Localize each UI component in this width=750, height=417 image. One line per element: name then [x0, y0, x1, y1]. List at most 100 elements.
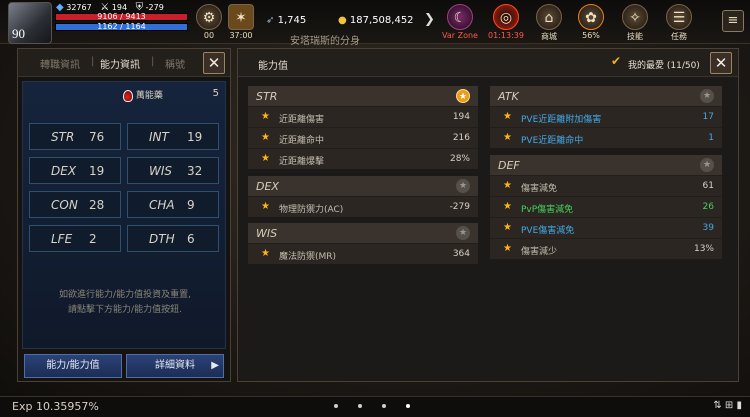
pouch-icon: ✿: [578, 4, 604, 30]
shop-label: 商城: [541, 32, 557, 41]
tab-ability-info[interactable]: 能力資訊: [100, 56, 140, 71]
page-dot[interactable]: [382, 404, 386, 408]
stat-value: 28: [89, 198, 105, 212]
potion-slot[interactable]: ⚙ 00: [196, 4, 222, 40]
skill-swirl-icon: ✧: [622, 4, 648, 30]
stat-lfe[interactable]: LFE 2: [29, 225, 121, 252]
stat-key: STR: [51, 130, 75, 144]
section-header: DEX ★: [248, 176, 478, 196]
row-value: 39: [702, 223, 714, 233]
row-value: 1: [708, 133, 714, 143]
row-value: 17: [702, 112, 714, 122]
system-status-icons: ⇅ ⊞ ▮: [713, 400, 742, 411]
stat-key: LFE: [51, 232, 73, 246]
row-label: PVE近距離附加傷害: [521, 115, 602, 125]
buff-slot[interactable]: ✶ 37:00: [228, 4, 254, 40]
section-header: STR ★: [248, 86, 478, 106]
main-close-button[interactable]: ✕: [710, 52, 732, 74]
page-dot[interactable]: [358, 404, 362, 408]
zone-portrait-icon: ☾: [447, 4, 473, 30]
stat-dth[interactable]: DTH 6: [127, 225, 219, 252]
stat-row: ★ 物理防禦力(AC) -279: [248, 196, 478, 217]
play-arrow-icon: ▶: [211, 360, 219, 371]
row-label: 物理防禦力(AC): [279, 205, 344, 215]
hamburger-icon: ≡: [727, 13, 739, 28]
ability-button[interactable]: 能力/能力值: [24, 354, 122, 378]
elixir-value: 5: [212, 88, 219, 99]
detail-label: 詳細資料: [155, 360, 195, 371]
stat-key: INT: [149, 130, 169, 144]
favorite-star-icon[interactable]: ★: [700, 158, 714, 172]
gear-icon: ⚙: [196, 4, 222, 30]
hp-text: 9106 / 9413: [97, 12, 146, 21]
notice-line: 請點擊下方能力/能力值按鈕.: [68, 305, 182, 315]
quest-button[interactable]: ☰ 任務: [664, 4, 694, 42]
detail-button[interactable]: 詳細資料 ▶: [126, 354, 224, 378]
row-label: 魔法防禦(MR): [279, 252, 337, 262]
expand-arrow-icon[interactable]: ❯: [424, 12, 435, 27]
stat-row: ★ PVE近距離命中 1: [490, 127, 722, 148]
star-icon: ★: [261, 153, 270, 164]
tab-titles[interactable]: 稱號: [165, 56, 185, 71]
stat-value: 19: [89, 164, 105, 178]
gem-value: 1,745: [277, 15, 307, 26]
favorite-star-icon[interactable]: ★: [456, 179, 470, 193]
stats-detail-panel: 能力值 ✔ 我的最愛 (11/50) ✕ STR ★ ★ 近距離傷害 194 ★ 近距…: [237, 48, 739, 382]
row-label: PvP傷害減免: [521, 205, 574, 215]
stat-key: DEX: [51, 164, 77, 178]
favorites-toggle[interactable]: 我的最愛 (11/50): [628, 58, 700, 71]
row-label: 近距離爆擊: [279, 157, 325, 167]
menu-button[interactable]: ≡: [722, 10, 744, 32]
section-atk: ATK ★ ★ PVE近距離附加傷害 17 ★ PVE近距離命中 1: [490, 86, 722, 148]
favorite-star-icon[interactable]: ★: [456, 226, 470, 240]
event-button[interactable]: ◎ 01:13:39: [486, 4, 526, 40]
favorite-star-icon[interactable]: ★: [700, 89, 714, 103]
stat-value: 2: [89, 232, 97, 246]
row-label: PVE近距離命中: [521, 136, 584, 146]
stat-key: CON: [51, 198, 78, 212]
page-dot-active[interactable]: [406, 404, 410, 408]
stat-wis[interactable]: WIS 32: [127, 157, 219, 184]
star-icon: ★: [261, 111, 270, 122]
section-header: WIS ★: [248, 223, 478, 243]
stat-con[interactable]: CON 28: [29, 191, 121, 218]
section-header: ATK ★: [490, 86, 722, 106]
stat-row: ★ PVE傷害減免 39: [490, 217, 722, 238]
stat-row: ★ 魔法防禦(MR) 364: [248, 243, 478, 264]
gold-coin-icon: ●: [338, 15, 347, 26]
scroll-icon: ☰: [666, 4, 692, 30]
stat-value: 9: [187, 198, 195, 212]
elixir-icon: [123, 89, 133, 102]
favorite-star-icon[interactable]: ★: [456, 89, 470, 103]
section-name: STR: [256, 90, 278, 103]
gold-counter: ● 187,508,452: [338, 15, 414, 26]
mp-bar: 1162 / 1164: [55, 22, 188, 31]
row-value: -279: [449, 202, 470, 212]
section-str: STR ★ ★ 近距離傷害 194 ★ 近距離命中 216 ★ 近距離爆擊 28%: [248, 86, 478, 169]
exp-button[interactable]: ✿ 56%: [576, 4, 606, 40]
stat-str[interactable]: STR 76: [29, 123, 121, 150]
character-avatar[interactable]: 90: [8, 2, 52, 44]
shop-button[interactable]: ⌂ 商城: [534, 4, 564, 42]
close-icon: ✕: [714, 54, 728, 72]
gold-value: 187,508,452: [349, 15, 414, 26]
stat-dex[interactable]: DEX 19: [29, 157, 121, 184]
stat-key: WIS: [149, 164, 173, 178]
checkmark-icon[interactable]: ✔: [611, 55, 623, 67]
stat-cha[interactable]: CHA 9: [127, 191, 219, 218]
star-icon: ★: [503, 111, 512, 122]
tab-class-info[interactable]: 轉職資訊: [40, 56, 80, 71]
skill-button[interactable]: ✧ 技能: [620, 4, 650, 42]
zone-button[interactable]: ☾ Var Zone: [440, 4, 480, 40]
row-label: 近距離命中: [279, 136, 325, 146]
page-dot[interactable]: [334, 404, 338, 408]
hp-bar: 9106 / 9413: [55, 12, 188, 21]
stat-row: ★ 傷害減少 13%: [490, 238, 722, 259]
mp-text: 1162 / 1164: [97, 22, 146, 31]
left-close-button[interactable]: ✕: [203, 52, 225, 74]
stat-row: ★ 近距離命中 216: [248, 127, 478, 148]
notice-line: 如欲進行能力/能力值投資及重置,: [59, 290, 191, 300]
elixir-row: 萬能藥 5: [123, 88, 223, 102]
stat-grid-area: 萬能藥 5 STR 76 INT 19 DEX 19 WIS 32 CON 28…: [22, 81, 226, 349]
stat-int[interactable]: INT 19: [127, 123, 219, 150]
